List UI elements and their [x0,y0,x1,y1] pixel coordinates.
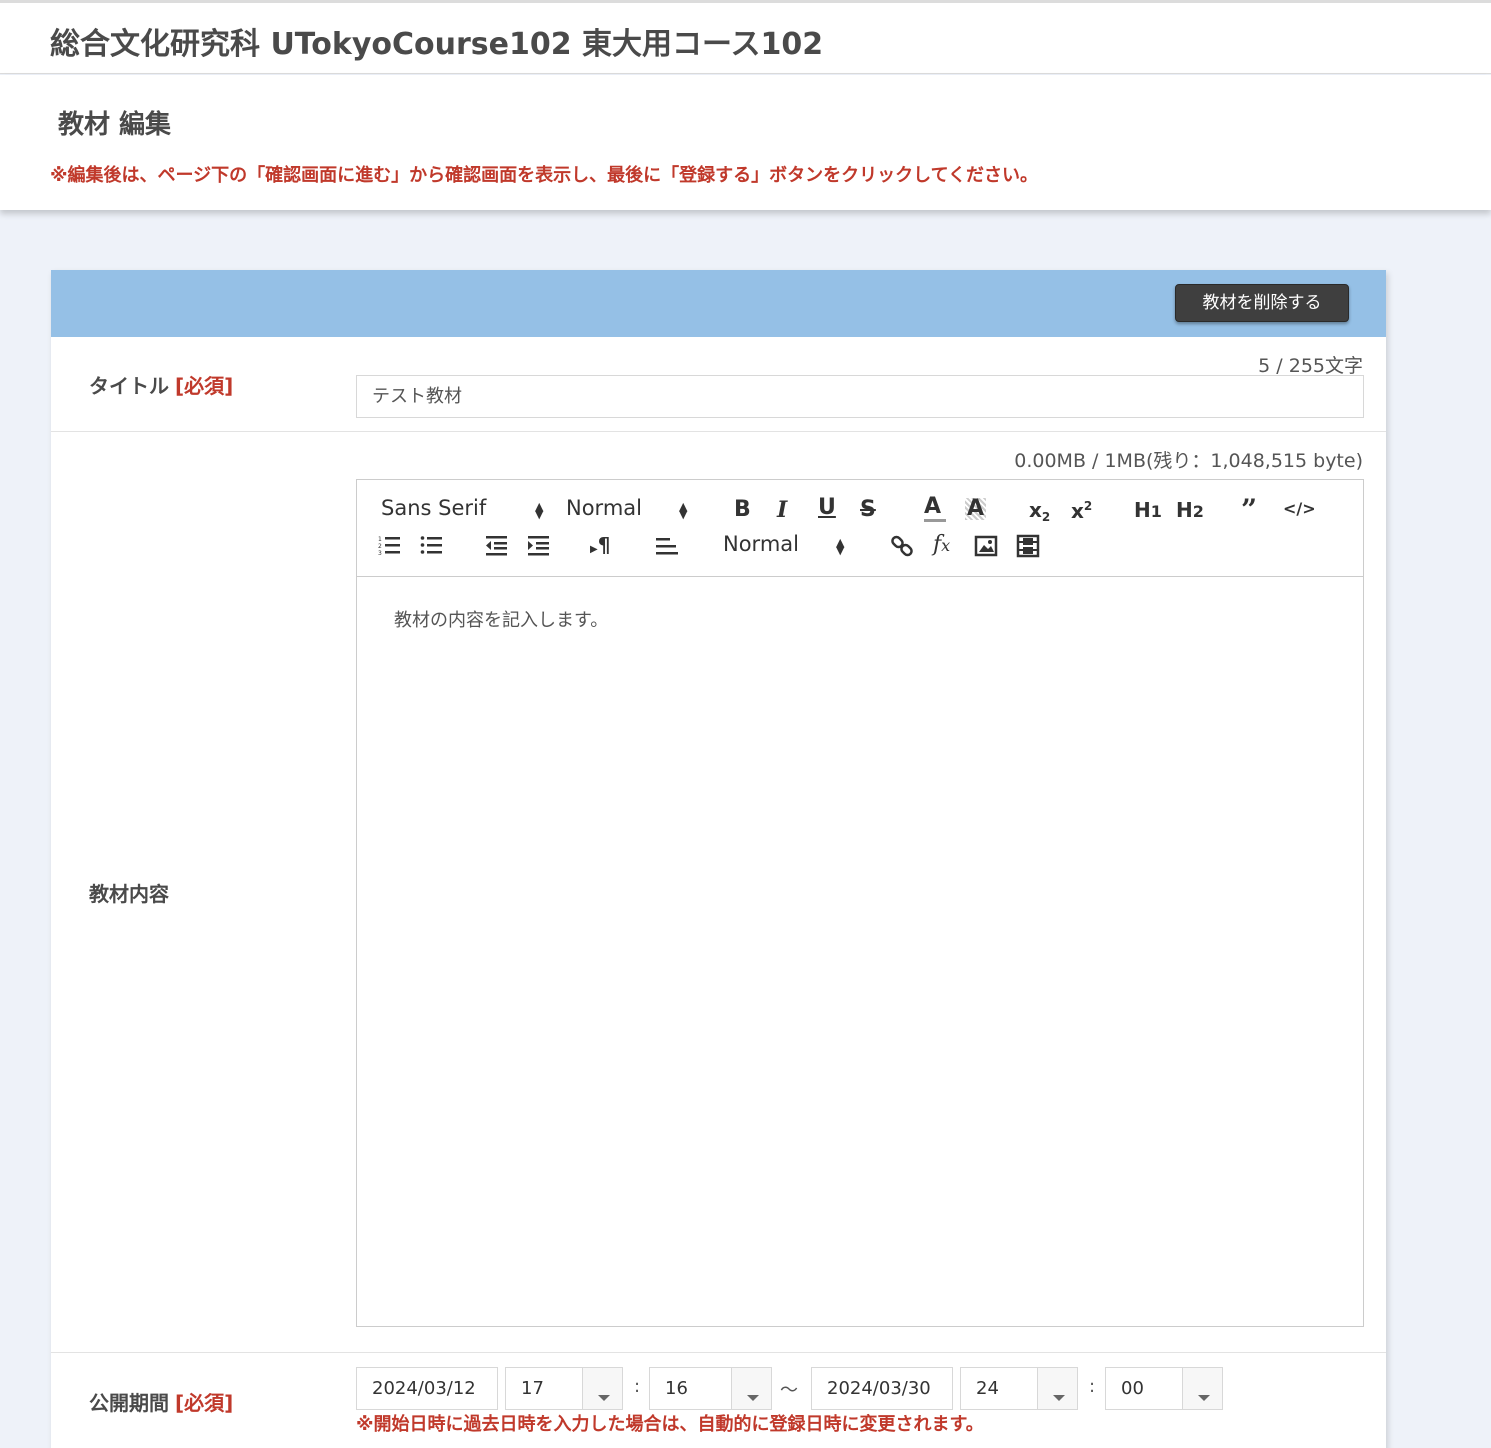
ordered-list-icon[interactable]: 123 [377,533,403,559]
end-minute-value: 00 [1121,1378,1144,1399]
editor-content[interactable]: 教材の内容を記入します。 [394,606,608,632]
period-notice: ※開始日時に過去日時を入力した場合は、自動的に登録日時に変更されます。 [356,1414,984,1435]
h1-icon[interactable]: H1 [1134,500,1162,520]
start-minute-value: 16 [665,1378,688,1399]
italic-icon[interactable]: I [777,499,787,521]
range-tilde: 〜 [780,1380,798,1401]
period-label-text: 公開期間 [89,1391,169,1415]
end-date-input[interactable]: 2024/03/30 [811,1367,953,1410]
content-label: 教材内容 [89,882,169,906]
period-label: 公開期間 [必須] [89,1387,233,1416]
material-edit-panel: 教材を削除する タイトル [必須] 5 / 255文字 テスト教材 教材内容 0.… [51,270,1386,1448]
select-arrows-icon: ▲ ▼ [679,500,688,521]
rich-text-editor: Sans Serif ▲ ▼ Normal ▲ ▼ B I U S A A x2 x… [356,479,1364,1327]
time-colon: : [634,1376,641,1397]
panel-header-bar: 教材を削除する [51,270,1386,337]
image-icon[interactable] [973,533,999,559]
start-hour-value: 17 [521,1378,544,1399]
underline-icon[interactable]: U [818,497,836,519]
chevron-down-icon[interactable] [731,1368,771,1409]
required-badge: [必須] [175,374,234,398]
time-colon: : [1089,1376,1096,1397]
end-minute-select[interactable]: 00 [1105,1367,1223,1410]
course-header: 総合文化研究科 UTokyoCourse102 東大用コース102 [0,3,1491,74]
svg-text:2: 2 [378,543,382,550]
font-family-value: Sans Serif [381,496,487,520]
strike-icon[interactable]: S [860,499,876,521]
content-size-counter: 0.00MB / 1MB(残り：1,048,515 byte) [1014,450,1363,472]
editor-toolbar: Sans Serif ▲ ▼ Normal ▲ ▼ B I U S A A x2 x… [357,480,1363,577]
background-color-icon[interactable]: A [965,498,987,520]
chevron-down-icon[interactable] [1037,1368,1077,1409]
code-block-icon[interactable]: </> [1283,501,1316,517]
end-hour-value: 24 [976,1378,999,1399]
bullet-list-icon[interactable] [419,533,445,559]
course-title: 総合文化研究科 UTokyoCourse102 東大用コース102 [50,27,824,62]
select-arrows-icon: ▲ ▼ [836,536,845,557]
font-size-select[interactable]: Normal ▲ ▼ [566,496,687,520]
delete-material-button[interactable]: 教材を削除する [1175,284,1349,322]
edit-notice: ※編集後は、ページ下の「確認画面に進む」から確認画面を表示し、最後に「登録する」… [50,165,1039,186]
start-minute-select[interactable]: 16 [649,1367,772,1410]
required-badge: [必須] [175,1391,234,1415]
svg-text:3: 3 [378,550,382,557]
outdent-icon[interactable] [484,533,510,559]
subscript-icon[interactable]: x2 [1029,500,1050,523]
link-icon[interactable] [889,533,915,559]
header-select[interactable]: Normal ▲ ▼ [723,532,844,556]
title-label-text: タイトル [89,374,169,398]
title-label: タイトル [必須] [89,370,233,399]
font-family-select[interactable]: Sans Serif ▲ ▼ [381,496,543,520]
superscript-icon[interactable]: x2 [1071,500,1092,521]
blockquote-icon[interactable]: ” [1241,496,1257,524]
indent-icon[interactable] [526,533,552,559]
title-char-counter: 5 / 255文字 [1258,355,1363,377]
formula-icon[interactable]: fx [933,534,950,556]
start-hour-select[interactable]: 17 [505,1367,623,1410]
row-divider [51,1352,1386,1353]
svg-text:1: 1 [378,536,382,543]
bold-icon[interactable]: B [734,499,751,521]
row-divider [51,431,1386,432]
font-size-value: Normal [566,496,642,520]
start-date-input[interactable]: 2024/03/12 [356,1367,498,1410]
page-title: 教材 編集 [58,110,172,140]
page-header: 教材 編集 ※編集後は、ページ下の「確認画面に進む」から確認画面を表示し、最後に… [0,75,1491,210]
title-input[interactable]: テスト教材 [356,375,1364,418]
end-hour-select[interactable]: 24 [960,1367,1078,1410]
chevron-down-icon[interactable] [582,1368,622,1409]
h2-icon[interactable]: H2 [1176,500,1204,520]
select-arrows-icon: ▲ ▼ [535,500,544,521]
text-direction-icon[interactable]: ▶¶ [590,535,610,555]
header-select-value: Normal [723,532,799,556]
video-icon[interactable] [1015,533,1041,559]
chevron-down-icon[interactable] [1182,1368,1222,1409]
align-icon[interactable] [654,533,680,559]
text-color-icon[interactable]: A [924,496,946,522]
